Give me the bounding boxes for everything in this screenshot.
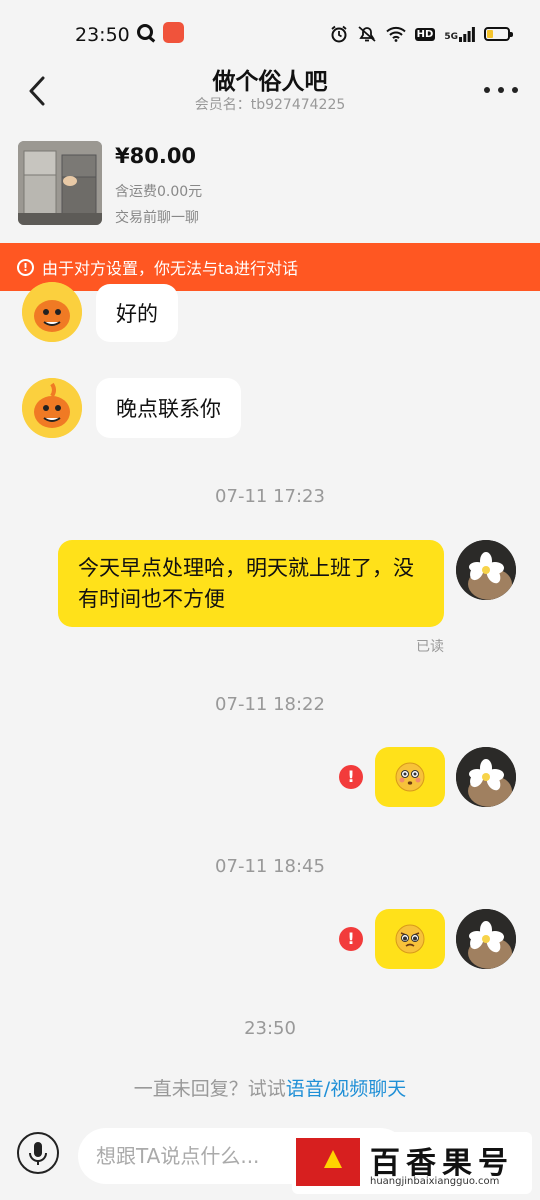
mute-icon xyxy=(358,26,376,42)
chat-header: 做个俗人吧 会员名：tb927474225 xyxy=(0,60,540,126)
warning-text: 由于对方设置，你无法与ta进行对话 xyxy=(42,259,299,278)
watermark-url: huangjinbaixiangguo.com xyxy=(370,1176,500,1187)
signal-icon: 5G xyxy=(444,26,475,42)
message-timestamp: 07-11 17:23 xyxy=(215,486,325,507)
pleading-face-icon xyxy=(395,924,425,954)
microphone-icon xyxy=(29,1142,47,1165)
read-status: 已读 xyxy=(416,639,444,655)
warning-icon: ! xyxy=(17,258,34,276)
app-badge-icon xyxy=(163,22,184,43)
status-bar: 23:50 HD 5G xyxy=(0,0,540,68)
message-bubble-out[interactable]: 今天早点处理哈，明天就上班了，没有时间也不方便 xyxy=(58,540,444,627)
voice-button[interactable] xyxy=(17,1132,59,1174)
flushed-face-icon xyxy=(395,762,425,792)
message-timestamp: 07-11 18:45 xyxy=(215,856,325,877)
hint-text: 一直未回复？试试 xyxy=(133,1078,286,1100)
chat-title: 做个俗人吧 xyxy=(212,69,328,95)
more-dot-icon xyxy=(512,87,518,93)
watermark-logo xyxy=(296,1138,360,1186)
my-avatar[interactable] xyxy=(456,747,516,807)
more-dot-icon xyxy=(484,87,490,93)
network-type: 5G xyxy=(444,31,458,42)
product-image xyxy=(18,141,102,225)
product-note: 交易前聊一聊 xyxy=(115,210,199,226)
voice-video-chat-link[interactable]: 语音/视频聊天 xyxy=(286,1078,406,1100)
warning-banner: ! 由于对方设置，你无法与ta进行对话 xyxy=(0,243,540,291)
member-name: 会员名：tb927474225 xyxy=(194,97,346,113)
status-icons: HD 5G xyxy=(330,21,513,47)
product-card[interactable]: ¥80.00 含运费0.00元 交易前聊一聊 xyxy=(0,128,540,242)
message-timestamp: 23:50 xyxy=(244,1018,296,1039)
wifi-icon xyxy=(385,26,406,42)
message-bubble-in[interactable]: 好的 xyxy=(96,284,178,342)
message-bubble-out[interactable] xyxy=(375,747,445,807)
reply-hint: 一直未回复？试试语音/视频聊天 xyxy=(0,1074,540,1101)
my-avatar[interactable] xyxy=(456,540,516,600)
status-time: 23:50 xyxy=(75,24,130,46)
product-price: ¥80.00 xyxy=(115,144,197,168)
message-timestamp: 07-11 18:22 xyxy=(215,694,325,715)
my-avatar[interactable] xyxy=(456,909,516,969)
app-notification-icon xyxy=(137,24,153,40)
battery-icon xyxy=(484,27,513,41)
send-failed-icon[interactable]: ! xyxy=(339,765,363,789)
more-dot-icon xyxy=(498,87,504,93)
watermark: 百香果号 huangjinbaixiangguo.com xyxy=(292,1132,532,1194)
more-button[interactable] xyxy=(484,80,518,100)
send-failed-icon[interactable]: ! xyxy=(339,927,363,951)
message-bubble-in[interactable]: 晚点联系你 xyxy=(96,378,241,438)
assistant-avatar[interactable] xyxy=(22,378,82,438)
alarm-icon xyxy=(331,25,347,43)
product-shipping: 含运费0.00元 xyxy=(115,184,203,200)
hd-icon: HD xyxy=(414,27,436,41)
message-bubble-out[interactable] xyxy=(375,909,445,969)
assistant-avatar[interactable] xyxy=(22,282,82,342)
